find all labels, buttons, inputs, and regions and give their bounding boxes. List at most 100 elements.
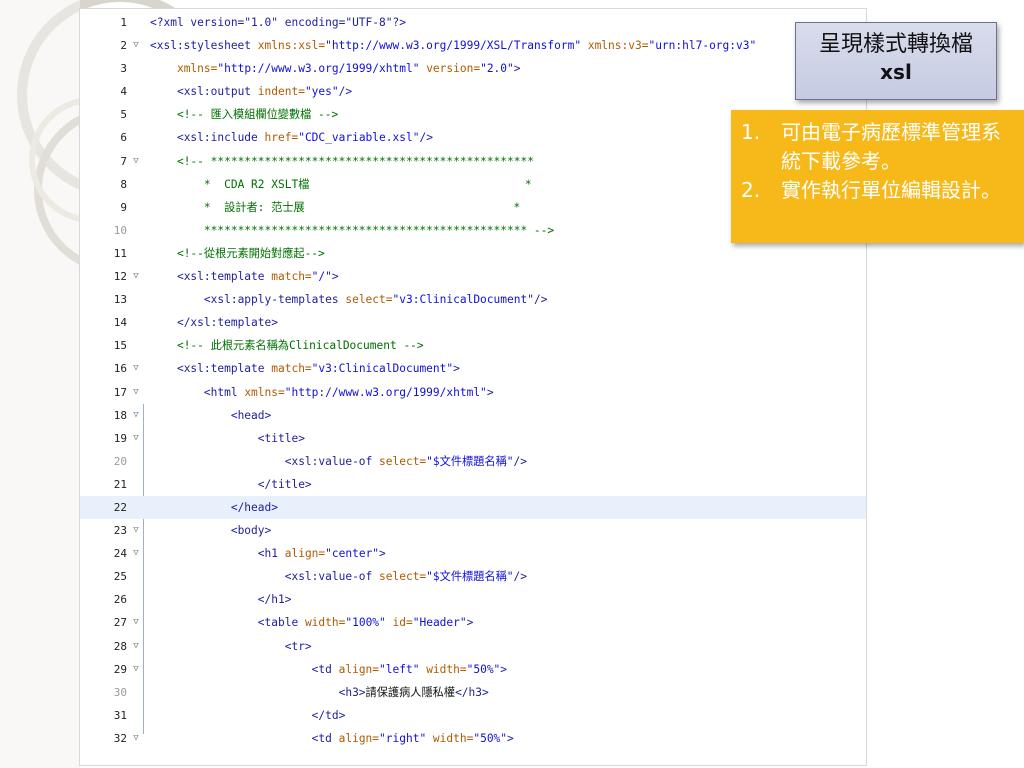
code-tag: </td> xyxy=(176,708,346,722)
code-tag: <xsl:value-of xyxy=(176,570,373,584)
line-number: 25 xyxy=(113,570,127,584)
note-text: 可由電子病歷標準管理系統下載參考。 xyxy=(781,120,1001,173)
code-tag: > xyxy=(486,385,494,399)
code-attr: xmlns= xyxy=(237,385,285,399)
fold-toggle-icon[interactable]: ▽ xyxy=(130,611,142,634)
line-number: 12 xyxy=(113,270,127,284)
code-tag: > xyxy=(331,270,339,284)
code-value: "http://www.w3.org/1999/XSL/Transform" xyxy=(325,39,582,53)
code-tag: /> xyxy=(513,570,527,584)
line-number: 16 xyxy=(113,362,127,376)
fold-toggle-icon[interactable]: ▽ xyxy=(130,34,142,57)
code-attr: xmlns= xyxy=(176,62,218,76)
code-comment: * CDA R2 XSLT檔 * xyxy=(176,177,532,191)
code-tag: <xsl:apply-templates xyxy=(176,293,339,307)
line-number: 6 xyxy=(120,131,127,145)
code-value: "$文件標題名稱" xyxy=(426,454,514,468)
code-tag: <h3> xyxy=(176,685,366,699)
line-number: 9 xyxy=(120,200,127,214)
code-attr: select= xyxy=(372,570,427,584)
code-line: 2 ▽ <xsl:stylesheet xmlns:xsl="http://ww… xyxy=(80,34,866,57)
code-value: "/" xyxy=(311,270,332,284)
code-attr: width= xyxy=(426,731,474,745)
code-tag: </xsl:template> xyxy=(176,316,278,330)
code-line: 1 <?xml version="1.0" encoding="UTF-8"?> xyxy=(80,11,866,34)
line-number: 26 xyxy=(113,593,127,607)
line-number: 30 xyxy=(113,685,127,699)
code-line: 28 ▽ <tr> xyxy=(80,635,866,658)
note-item: 1. 可由電子病歷標準管理系統下載參考。 xyxy=(741,118,1010,176)
note-item: 2. 實作執行單位編輯設計。 xyxy=(741,176,1010,205)
line-number: 28 xyxy=(113,639,127,653)
code-tag: > xyxy=(500,662,508,676)
code-line: 13 <xsl:apply-templates select="v3:Clini… xyxy=(80,288,866,311)
code-line: 31 </td> xyxy=(80,704,866,727)
fold-toggle-icon[interactable]: ▽ xyxy=(130,150,142,173)
code-tag: > xyxy=(466,616,474,630)
code-tag: > xyxy=(379,547,386,561)
code-tag: > xyxy=(513,62,521,76)
fold-toggle-icon[interactable]: ▽ xyxy=(130,519,142,542)
code-attr: width= xyxy=(298,616,346,630)
code-tag: </head> xyxy=(176,500,278,514)
code-line: 30 <h3>請保護病人隱私權</h3> xyxy=(80,681,866,704)
line-number: 7 xyxy=(120,154,127,168)
code-tag: /> xyxy=(419,131,433,145)
code-attr: xmlns:xsl= xyxy=(251,39,326,53)
code-attr: xmlns:v3= xyxy=(581,39,649,53)
code-tag: <xsl:stylesheet xyxy=(150,39,252,53)
code-line: 3 xmlns="http://www.w3.org/1999/xhtml" v… xyxy=(80,57,866,80)
code-attr: select= xyxy=(372,454,427,468)
code-line: 21 </title> xyxy=(80,473,866,496)
fold-toggle-icon[interactable]: ▽ xyxy=(130,404,142,427)
title-callout-line1: 呈現樣式轉換檔 xyxy=(818,32,973,57)
code-line: 17 ▽ <html xmlns="http://www.w3.org/1999… xyxy=(80,381,866,404)
code-tag: <xsl:output xyxy=(176,85,252,99)
code-tag: <xsl:template xyxy=(176,362,265,376)
code-attr: width= xyxy=(419,662,467,676)
code-tag: <title> xyxy=(176,431,305,445)
code-tag: <xsl:value-of xyxy=(176,454,373,468)
code-line: 20 <xsl:value-of select="$文件標題名稱"/> xyxy=(80,450,866,473)
code-line-current: 22 </head> xyxy=(80,495,866,520)
fold-toggle-icon[interactable]: ▽ xyxy=(130,427,142,450)
code-tag: <xsl:template xyxy=(176,270,265,284)
code-tag: <xsl:include xyxy=(176,131,258,145)
line-number: 23 xyxy=(113,524,127,538)
code-attr: align= xyxy=(331,731,380,745)
line-number: 4 xyxy=(120,85,127,99)
code-line: 23 ▽ <body> xyxy=(80,519,866,542)
line-number: 29 xyxy=(113,662,127,676)
fold-toggle-icon[interactable]: ▽ xyxy=(130,381,142,404)
code-line: 25 <xsl:value-of select="$文件標題名稱"/> xyxy=(80,565,866,588)
code-tag: /> xyxy=(338,85,353,99)
code-value: "50%" xyxy=(473,731,508,745)
line-number: 27 xyxy=(113,616,127,630)
line-number: 20 xyxy=(113,454,127,468)
code-line: 19 ▽ <title> xyxy=(80,427,866,450)
fold-toggle-icon[interactable]: ▽ xyxy=(130,357,142,380)
code-line: 15 <!-- 此根元素名稱為ClinicalDocument --> xyxy=(80,334,866,357)
code-value: "right" xyxy=(379,731,427,745)
code-value: "http://www.w3.org/1999/xhtml" xyxy=(217,62,420,76)
fold-toggle-icon[interactable]: ▽ xyxy=(130,658,142,681)
code-tag: > xyxy=(453,362,460,376)
code-attr: version= xyxy=(419,62,481,76)
code-value: "http://www.w3.org/1999/xhtml" xyxy=(284,385,487,399)
code-tag: </title> xyxy=(176,477,312,491)
code-comment: * 設計者: 范士展 * xyxy=(176,200,521,214)
line-number: 2 xyxy=(120,39,127,53)
code-line: 14 </xsl:template> xyxy=(80,311,866,334)
code-line: 4 <xsl:output indent="yes"/> xyxy=(80,80,866,103)
fold-toggle-icon[interactable]: ▽ xyxy=(130,727,142,750)
code-line: 11 <!--從根元素開始對應起--> xyxy=(80,242,866,265)
title-callout: 呈現樣式轉換檔 xsl xyxy=(795,22,997,100)
code-tag: <td xyxy=(176,731,332,745)
code-attr: align= xyxy=(331,662,380,676)
code-tag: <h1 xyxy=(176,547,278,561)
code-line: 26 </h1> xyxy=(80,588,866,611)
fold-toggle-icon[interactable]: ▽ xyxy=(130,542,142,565)
line-number: 14 xyxy=(113,316,127,330)
fold-toggle-icon[interactable]: ▽ xyxy=(130,635,142,658)
fold-toggle-icon[interactable]: ▽ xyxy=(130,265,142,288)
